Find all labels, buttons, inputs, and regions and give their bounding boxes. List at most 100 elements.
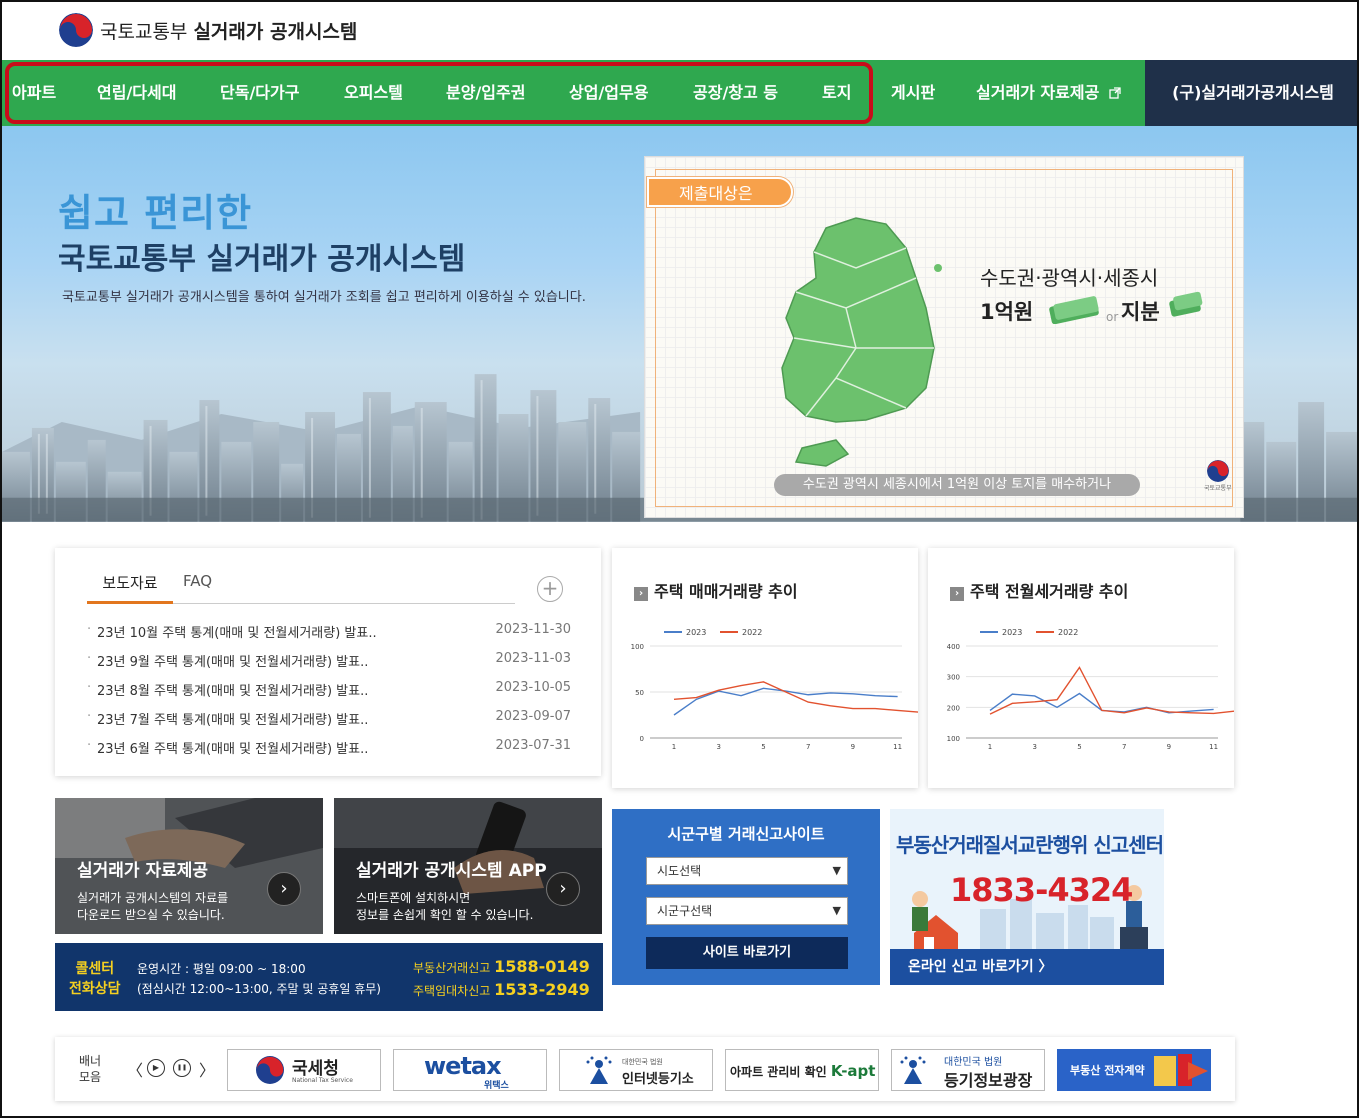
nts-name-en: National Tax Service [292,1077,353,1084]
region-report-site-title: 시군구별 거래신고사이트 [667,825,825,843]
data-provision-arrow-button[interactable]: › [267,872,301,906]
main-nav: 아파트 연립/다세대 단독/다가구 오피스텔 분양/입주권 상업/업무용 공장/… [2,60,1357,126]
sido-select-value: 시도선택 [657,864,702,878]
rent-chart-title-text: 주택 전월세거래량 추이 [970,582,1129,601]
nav-factory[interactable]: 공장/창고 등 [693,60,778,126]
call-center-hours-1: 운영시간 : 평일 09:00 ~ 18:00 [137,962,306,976]
nav-officetel[interactable]: 오피스텔 [344,60,403,126]
banner-collection: 배너 모음 〈 ▶ ❚❚ 〉 국세청 National Tax Service … [55,1037,1235,1101]
rent-chart-card[interactable]: › 주택 전월세거래량 추이 2023 2022 100 200 300 400 1 3 5 7 9 1… [928,548,1234,788]
tab-press-release[interactable]: 보도자료 [87,572,173,604]
nav-commercial[interactable]: 상업/업무용 [569,60,648,126]
hero-banner: 쉽고 편리한 국토교통부 실거래가 공개시스템 국토교통부 실거래가 공개시스템… [2,126,1357,522]
data-provision-title: 실거래가 자료제공 [77,861,209,881]
list-item[interactable]: 23년 9월 주택 통계(매매 및 전월세거래량) 발표.. 2023-11-0… [87,651,571,671]
banner-prev-button[interactable]: 〈 [127,1057,143,1081]
rent-chart-title: › 주택 전월세거래량 추이 [950,578,1128,602]
econtract-name: 부동산 전자계약 [1070,1064,1145,1077]
banner-iros[interactable]: 대한민국 법원 인터넷등기소 [559,1049,713,1091]
banner-nts[interactable]: 국세청 National Tax Service [227,1049,381,1091]
nav-data-provision[interactable]: 실거래가 자료제공 [976,60,1121,126]
court-data-name: 등기정보광장 [944,1071,1033,1090]
nav-townhouse[interactable]: 연립/다세대 [97,60,176,126]
nts-logo-icon [256,1056,284,1084]
list-item[interactable]: 23년 8월 주택 통계(매매 및 전월세거래량) 발표.. 2023-10-0… [87,680,571,700]
map-panel-border: 수도권·광역시·세종시 1억원 or 지분 수도권 광역시 세종시에서 1억원 … [655,169,1233,507]
banner-pause-button[interactable]: ❚❚ [173,1059,191,1077]
news-date: 2023-09-07 [495,709,571,724]
list-item[interactable]: 23년 6월 주택 통계(매매 및 전월세거래량) 발표.. 2023-07-3… [87,738,571,758]
nav-apartment[interactable]: 아파트 [12,60,56,126]
banner-econtract[interactable]: 부동산 전자계약 [1057,1049,1211,1091]
online-report-link[interactable]: 온라인 신고 바로가기 〉 [890,949,1164,985]
region-report-site-box: 시군구별 거래신고사이트 시도선택 ▼ 시군구선택 ▼ 사이트 바로가기 [612,809,880,985]
go-to-site-button[interactable]: 사이트 바로가기 [646,937,848,969]
sigungu-select[interactable]: 시군구선택 ▼ [646,897,848,925]
nav-land[interactable]: 토지 [822,60,851,126]
submission-badge: 제출대상은 [647,177,793,207]
deal-report-number[interactable]: 1588-0149 [494,957,590,976]
app-promo[interactable]: 실거래가 공개시스템 APP 스마트폰에 설치하시면 정보를 손쉽게 확인 할 … [334,798,602,934]
call-center-hours: 운영시간 : 평일 09:00 ~ 18:00 (점심시간 12:00~13:0… [137,959,381,999]
target-region-text: 수도권·광역시·세종시 [980,266,1159,290]
page-frame: 국토교통부 실거래가 공개시스템 아파트 연립/다세대 단독/다가구 오피스텔 … [0,0,1359,1118]
y-tick-label: 50 [635,689,644,697]
deal-report-label: 부동산거래신고 [413,961,491,975]
call-center-hours-2: (점심시간 12:00~13:00, 주말 및 공휴일 휴무) [137,982,381,996]
list-item[interactable]: 23년 10월 주택 통계(매매 및 전월세거래량) 발표.. 2023-11-… [87,622,571,642]
banner-court-data[interactable]: 대한민국 법원 등기정보광장 [891,1049,1045,1091]
hero-description: 국토교통부 실거래가 공개시스템을 통하여 실거래가 조회를 쉽고 편리하게 이… [62,290,586,305]
list-item[interactable]: 23년 7월 주택 통계(매매 및 전월세거래량) 발표.. 2023-09-0… [87,709,571,729]
data-provision-desc: 실거래가 공개시스템의 자료를 다운로드 받으실 수 있습니다. [77,891,229,922]
news-title: 23년 7월 주택 통계(매매 및 전월세거래량) 발표.. [87,709,368,728]
report-center-banner[interactable]: 부동산거래질서교란행위 신고센터 1833-4324 온라인 신고 바로가기 〉 [890,809,1164,985]
sales-chart-card[interactable]: › 주택 매매거래량 추이 2023 2022 0 50 100 1 3 5 7 9 11 [612,548,918,788]
news-tabs: 보도자료 FAQ [87,572,515,604]
submission-target-panel[interactable]: 수도권·광역시·세종시 1억원 or 지분 수도권 광역시 세종시에서 1억원 … [644,156,1244,518]
rent-chart: 2023 2022 100 200 300 400 1 3 5 7 9 11 [947,628,1234,751]
app-arrow-button[interactable]: › [546,872,580,906]
x-tick-label: 3 [1032,743,1036,751]
banner-label-2: 모음 [79,1070,102,1084]
taegeuk-logo-icon[interactable] [59,13,93,47]
money-small-icon [1169,291,1203,317]
external-link-icon [1109,87,1121,99]
banner-wetax[interactable]: wetax 위택스 [393,1049,547,1091]
x-tick-label: 1 [672,743,676,751]
x-tick-label: 5 [761,743,765,751]
kapt-desc: 아파트 관리비 확인 [730,1065,827,1079]
banner-collection-label: 배너 모음 [79,1053,101,1085]
kapt-name: K-apt [830,1062,876,1080]
lease-report-number[interactable]: 1533-2949 [494,980,590,999]
nav-detached[interactable]: 단독/다가구 [220,60,299,126]
chevron-down-icon: ▼ [832,904,841,917]
more-news-button[interactable]: + [537,576,563,602]
news-title: 23년 10월 주택 통계(매매 및 전월세거래량) 발표.. [87,622,377,641]
y-tick-label: 0 [640,735,644,743]
hero-title-system: 국토교통부 실거래가 공개시스템 [58,242,466,277]
banner-kapt[interactable]: 아파트 관리비 확인 K-apt [725,1049,879,1091]
app-title: 실거래가 공개시스템 APP [356,861,547,881]
sales-chart-title-text: 주택 매매거래량 추이 [654,582,798,601]
kapt-text: 아파트 관리비 확인 K-apt [730,1062,875,1080]
site-title[interactable]: 국토교통부 실거래가 공개시스템 [100,17,357,44]
sido-select[interactable]: 시도선택 ▼ [646,857,848,885]
news-date: 2023-11-30 [495,622,571,637]
hero-title-easy: 쉽고 편리한 [58,191,253,235]
tab-faq[interactable]: FAQ [183,572,212,604]
nav-old-system[interactable]: (구)실거래가공개시스템 [1145,60,1357,126]
banner-play-button[interactable]: ▶ [147,1059,165,1077]
banner-label-1: 배너 [79,1054,102,1068]
target-share-text: 지분 [1121,300,1160,324]
ministry-seal-label: 국토교통부 [1204,485,1232,492]
lease-report-label: 주택임대차신고 [413,984,491,998]
iros-court-label: 대한민국 법원 [622,1058,663,1066]
nav-presale[interactable]: 분양/입주권 [446,60,525,126]
call-center-numbers: 부동산거래신고 1588-0149 주택임대차신고 1533-2949 [413,956,590,1002]
nav-board[interactable]: 게시판 [891,60,935,126]
news-date: 2023-07-31 [495,738,571,753]
data-provision-promo[interactable]: 실거래가 자료제공 실거래가 공개시스템의 자료를 다운로드 받으실 수 있습니… [55,798,323,934]
banner-next-button[interactable]: 〉 [199,1057,215,1081]
chevron-right-icon: › [950,587,964,601]
x-tick-label: 1 [988,743,992,751]
